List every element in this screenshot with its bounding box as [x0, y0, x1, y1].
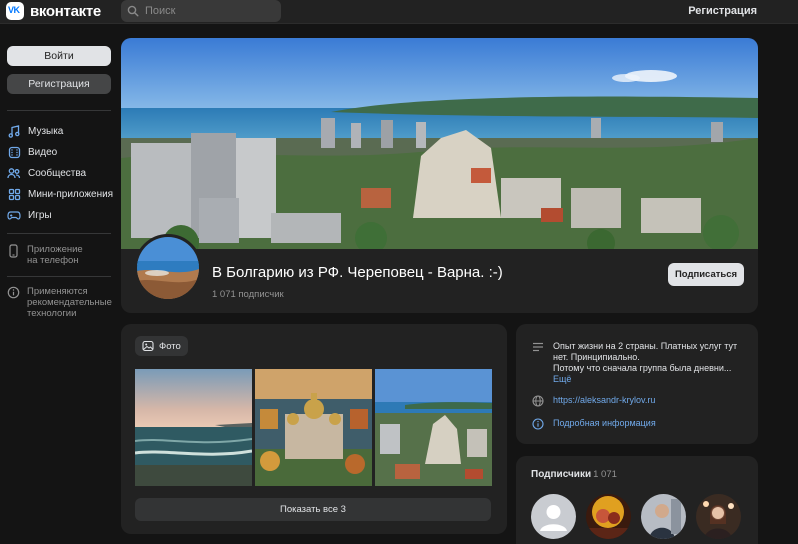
photo-thumbnail[interactable] [135, 369, 252, 486]
default-user-icon [540, 505, 567, 531]
search-input[interactable] [145, 5, 265, 17]
group-avatar-image [137, 237, 199, 299]
subscriber-avatar[interactable] [641, 494, 686, 539]
login-button[interactable]: Войти [7, 46, 111, 66]
group-title: В Болгарию из РФ. Череповец - Варна. :-) [212, 264, 503, 281]
subscribers-title: Подписчики [531, 469, 592, 480]
group-subscriber-count[interactable]: 1 071 подписчик [212, 289, 284, 300]
sidebar-divider [7, 110, 111, 111]
sea-photo [135, 369, 252, 486]
music-icon [7, 124, 21, 138]
sidebar-item-games[interactable]: Игры [7, 208, 52, 222]
cover-image [121, 38, 758, 249]
mobile-app-line1: Приложение [27, 244, 83, 255]
sidebar-item-label: Музыка [28, 125, 64, 137]
search-icon [127, 5, 139, 17]
register-button[interactable]: Регистрация [7, 74, 111, 94]
photos-card: Фото Показать все 3 [121, 324, 507, 534]
video-icon [7, 145, 21, 159]
group-avatar[interactable] [134, 234, 202, 302]
sidebar-item-video[interactable]: Видео [7, 145, 57, 159]
cathedral-photo [255, 369, 372, 486]
photos-tab[interactable]: Фото [135, 336, 188, 356]
phone-icon [7, 244, 20, 261]
subscriber-avatar[interactable] [586, 494, 631, 539]
sidebar-item-label: Игры [28, 209, 52, 221]
communities-icon [7, 166, 21, 180]
details-link[interactable]: Подробная информация [553, 418, 656, 429]
sidebar-item-label: Сообщества [28, 167, 87, 179]
top-bar: вконтакте Регистрация [0, 0, 798, 24]
subscriber-avatar[interactable] [531, 494, 576, 539]
recommendations-line2: рекомендательные [27, 297, 112, 308]
subscribers-card: Подписчики 1 071 [516, 456, 758, 544]
sidebar-item-mobile-app[interactable]: Приложение на телефон [7, 244, 83, 266]
group-header-card: В Болгарию из РФ. Череповец - Варна. :-)… [121, 38, 758, 313]
sidebar-item-communities[interactable]: Сообщества [7, 166, 86, 180]
description-line2: нет. Принципиально. [553, 352, 640, 362]
header-register-link[interactable]: Регистрация [688, 5, 757, 17]
description-line1: Опыт жизни на 2 страны. Платных услуг ту… [553, 341, 738, 351]
sidebar-divider [7, 233, 111, 234]
recommendations-line3: технологии [27, 308, 77, 319]
show-more-link[interactable]: Ещё [553, 374, 737, 385]
info-circle-icon [7, 286, 20, 302]
group-info-card: Опыт жизни на 2 страны. Платных услуг ту… [516, 324, 758, 444]
subscriber-avatar[interactable] [696, 494, 741, 539]
website-link[interactable]: https://aleksandr-krylov.ru [553, 395, 655, 406]
subscriber-photo [641, 494, 686, 539]
recommendations-line1: Применяются [27, 286, 88, 297]
subscriber-photo [696, 494, 741, 539]
group-description: Опыт жизни на 2 страны. Платных услуг ту… [532, 341, 737, 385]
sidebar-item-music[interactable]: Музыка [7, 124, 63, 138]
photo-icon [142, 340, 154, 352]
info-circle-icon [532, 418, 544, 430]
photos-tab-label: Фото [159, 340, 181, 352]
vk-logo-icon [6, 2, 24, 20]
details-row: Подробная информация [532, 418, 656, 430]
subscribe-button[interactable]: Подписаться [668, 263, 744, 286]
website-row: https://aleksandr-krylov.ru [532, 395, 655, 407]
logo-text: вконтакте [30, 2, 101, 20]
text-lines-icon [533, 342, 543, 352]
city-photo [375, 369, 492, 486]
photo-thumbnail[interactable] [255, 369, 372, 486]
mini-apps-icon [7, 187, 21, 201]
sidebar-item-label: Мини-приложения [28, 188, 114, 200]
games-icon [7, 208, 21, 222]
mobile-app-line2: на телефон [27, 255, 79, 266]
description-line3: Потому что сначала группа была дневни... [553, 363, 732, 373]
vk-logo[interactable]: вконтакте [6, 2, 101, 20]
subscriber-photo [586, 494, 631, 539]
show-all-photos-button[interactable]: Показать все 3 [135, 498, 491, 521]
subscribers-count: 1 071 [593, 469, 617, 480]
sidebar-item-mini-apps[interactable]: Мини-приложения [7, 187, 113, 201]
search-box[interactable] [121, 0, 281, 22]
sidebar-item-label: Видео [28, 146, 58, 158]
photo-thumbnail[interactable] [375, 369, 492, 486]
sidebar-item-recommendations[interactable]: Применяются рекомендательные технологии [7, 286, 112, 319]
subscribers-header[interactable]: Подписчики 1 071 [531, 469, 617, 480]
globe-icon [532, 395, 544, 407]
sidebar-divider [7, 276, 111, 277]
